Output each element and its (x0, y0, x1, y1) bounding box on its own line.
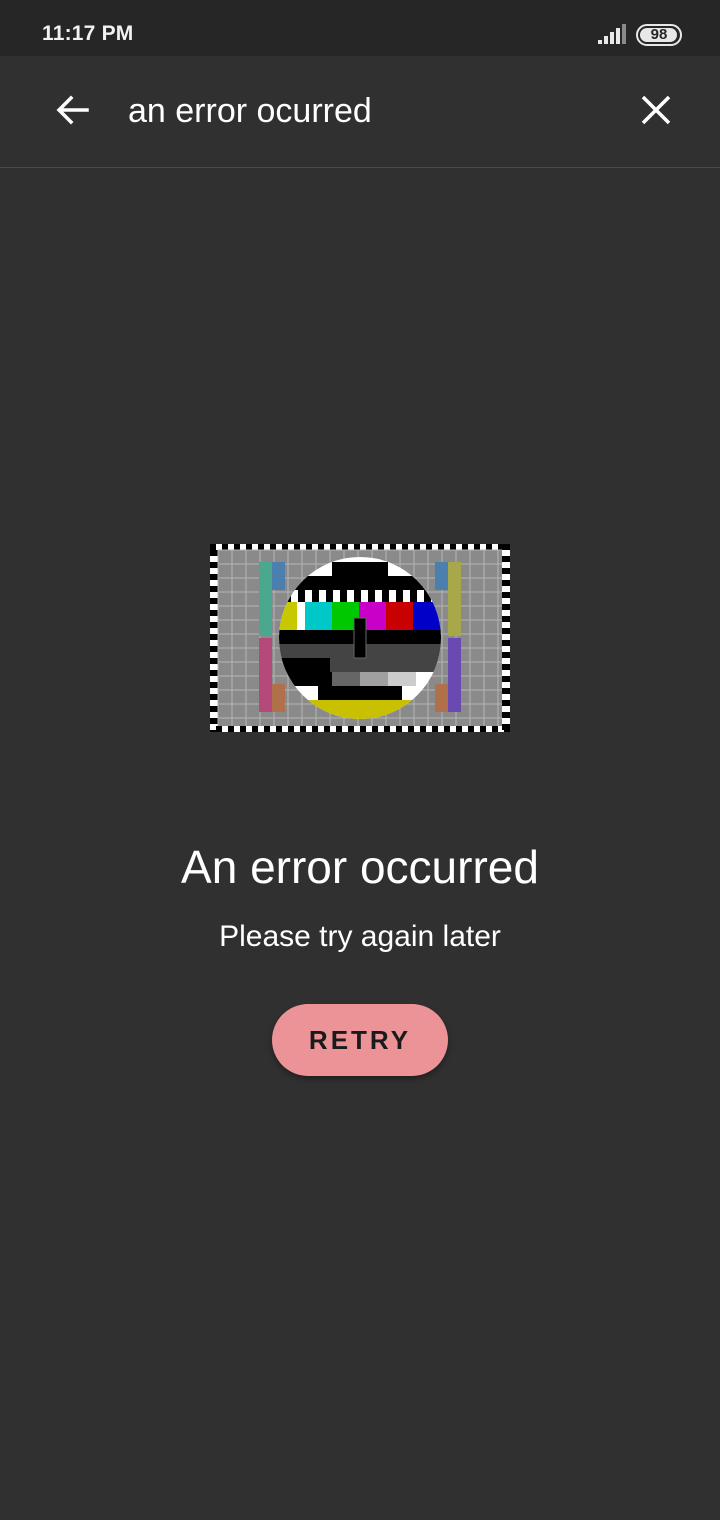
error-subtitle: Please try again later (219, 920, 501, 953)
status-bar: 11:17 PM 98 (0, 0, 720, 56)
error-title: An error occurred (181, 841, 539, 893)
status-time: 11:17 PM (42, 22, 134, 45)
tv-test-card-image (210, 544, 510, 732)
close-icon (641, 95, 671, 125)
signal-bars-icon (598, 24, 626, 44)
search-query[interactable]: an error ocurred (128, 92, 372, 131)
search-app-bar: an error ocurred (0, 56, 720, 168)
battery-level: 98 (650, 26, 668, 43)
clear-search-button[interactable] (628, 82, 684, 138)
back-button[interactable] (44, 82, 100, 138)
arrow-left-icon (56, 95, 89, 125)
battery-icon: 98 (636, 24, 682, 46)
retry-button[interactable]: RETRY (272, 1004, 448, 1076)
